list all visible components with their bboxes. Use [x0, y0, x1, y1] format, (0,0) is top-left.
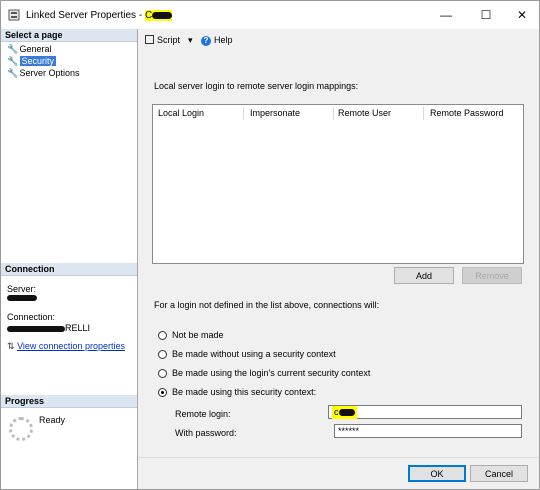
progress-spinner-icon — [9, 417, 33, 441]
server-icon — [8, 9, 20, 21]
footer-divider — [138, 457, 539, 458]
remove-button[interactable]: Remove — [462, 267, 522, 284]
page-item-server-options[interactable]: 🔧 Server Options — [7, 67, 80, 79]
script-dropdown-arrow[interactable]: ▾ — [188, 34, 193, 46]
option-this-security-context[interactable]: Be made using this security context: — [158, 386, 316, 398]
window-title: Linked Server Properties - C — [26, 10, 173, 21]
progress-header: Progress — [1, 395, 137, 408]
connection-label: Connection: — [7, 312, 56, 322]
redaction-mark — [152, 11, 173, 19]
progress-status: Ready — [39, 415, 66, 425]
title-server-name: C — [144, 10, 173, 21]
column-header-remote-password[interactable]: Remote Password — [430, 108, 504, 119]
password-input[interactable]: ****** — [334, 424, 522, 438]
remote-login-highlight: c — [332, 406, 357, 419]
select-page-header: Select a page — [1, 29, 137, 42]
radio-button-checked[interactable] — [158, 388, 167, 397]
remote-login-label: Remote login: — [175, 409, 231, 419]
script-icon — [145, 35, 154, 44]
wrench-icon: 🔧 — [7, 56, 19, 66]
option-without-security-context[interactable]: Be made without using a security context — [158, 348, 336, 360]
title-bar: Linked Server Properties - C — ☐ ✕ — [1, 1, 539, 29]
option-current-security-context[interactable]: Be made using the login's current securi… — [158, 367, 370, 379]
with-password-label: With password: — [175, 428, 237, 438]
wrench-icon: 🔧 — [7, 44, 19, 54]
redaction-mark — [338, 409, 355, 417]
server-value-redaction — [7, 295, 37, 301]
radio-button[interactable] — [158, 369, 167, 378]
view-connection-properties-link[interactable]: View connection properties — [17, 341, 125, 351]
server-label: Server: — [7, 284, 37, 294]
script-button[interactable]: Script — [145, 34, 180, 46]
minimize-button[interactable]: — — [429, 1, 463, 29]
page-item-security[interactable]: 🔧 Security — [7, 55, 57, 67]
connection-header: Connection — [1, 263, 137, 276]
chevron-down-icon: ▾ — [188, 35, 193, 45]
wrench-icon: 🔧 — [7, 68, 19, 78]
mappings-label: Local server login to remote server logi… — [154, 81, 359, 91]
ok-button[interactable]: OK — [408, 465, 466, 482]
connection-properties-icon: ⇅ — [7, 341, 15, 351]
remote-login-input[interactable]: c — [328, 405, 522, 419]
cancel-button[interactable]: Cancel — [470, 465, 528, 482]
option-not-be-made[interactable]: Not be made — [158, 329, 224, 341]
column-header-local-login[interactable]: Local Login — [158, 108, 204, 119]
toolbar: Script ▾ ? Help — [138, 29, 539, 51]
column-header-impersonate[interactable]: Impersonate — [250, 108, 300, 119]
add-button[interactable]: Add — [394, 267, 454, 284]
help-button[interactable]: ? Help — [201, 34, 233, 46]
page-item-label: General — [19, 44, 52, 54]
page-item-label: Security — [19, 56, 57, 66]
column-header-remote-user[interactable]: Remote User — [338, 108, 391, 119]
close-button[interactable]: ✕ — [505, 1, 539, 29]
linked-server-properties-dialog: Linked Server Properties - C — ☐ ✕ Selec… — [0, 0, 540, 490]
view-connection-properties[interactable]: ⇅ View connection properties — [7, 341, 125, 352]
help-icon: ? — [201, 36, 211, 46]
connection-redaction — [7, 325, 65, 332]
radio-button[interactable] — [158, 331, 167, 340]
connection-value: RELLI — [7, 323, 90, 334]
radio-button[interactable] — [158, 350, 167, 359]
login-mappings-grid[interactable]: Local Login Impersonate Remote User Remo… — [152, 104, 524, 264]
page-item-general[interactable]: 🔧 General — [7, 43, 52, 55]
maximize-button[interactable]: ☐ — [469, 1, 503, 29]
page-item-label: Server Options — [19, 68, 80, 78]
fallback-label: For a login not defined in the list abov… — [154, 300, 380, 310]
title-prefix: Linked Server Properties - — [26, 10, 145, 21]
